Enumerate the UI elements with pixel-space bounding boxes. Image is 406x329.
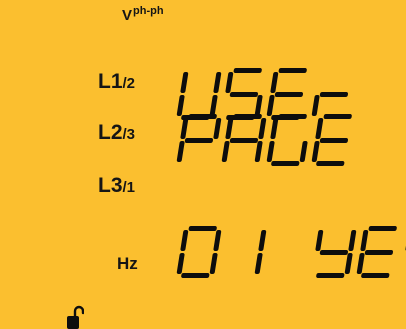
- segment-e: [311, 95, 320, 116]
- segment-row-1: [176, 68, 360, 120]
- phase-label-l1-sub: /2: [122, 75, 136, 92]
- segment-digit: [266, 68, 312, 120]
- segment-e: [266, 95, 275, 116]
- segment-g: [184, 138, 214, 143]
- segment-d: [270, 161, 300, 166]
- segment-e: [176, 141, 185, 162]
- segment-g: [319, 250, 349, 255]
- segment-b: [258, 230, 267, 251]
- segment-b: [213, 72, 222, 93]
- lcd-screen: Vph-ph L1/2 L2/3 L3/1 Hz: [0, 0, 406, 329]
- segment-b: [213, 230, 222, 251]
- segment-g: [229, 92, 259, 97]
- phase-label-l1: L1/2: [98, 71, 135, 92]
- phase-label-l3-main: L3: [98, 174, 123, 197]
- segment-f: [270, 118, 279, 139]
- segment-digit: [311, 68, 357, 120]
- segment-digit: [401, 226, 406, 278]
- segment-b: [348, 230, 357, 251]
- segment-f: [180, 230, 189, 251]
- segment-digit: [266, 114, 312, 166]
- segment-a: [323, 114, 353, 119]
- segment-digit: [311, 226, 357, 278]
- segment-a: [188, 114, 218, 119]
- segment-e: [221, 141, 230, 162]
- segment-a: [188, 226, 218, 231]
- segment-c: [209, 253, 218, 274]
- segment-c: [299, 141, 308, 162]
- voltage-mode-superscript: ph-ph: [133, 5, 164, 17]
- unlocked-padlock-icon: [67, 305, 84, 329]
- segment-g: [274, 92, 304, 97]
- segment-g: [229, 138, 259, 143]
- segment-digit: [311, 114, 357, 166]
- phase-label-l2-sub: /3: [122, 126, 136, 143]
- voltage-mode-indicator: Vph-ph: [122, 5, 164, 24]
- segment-a: [233, 114, 263, 119]
- segment-digit: [356, 226, 402, 278]
- segment-f: [315, 118, 324, 139]
- segment-f: [225, 72, 234, 93]
- segment-f: [360, 230, 369, 251]
- frequency-label: Hz: [117, 254, 138, 273]
- phase-label-l3: L3/1: [98, 175, 135, 196]
- segment-d: [315, 273, 345, 278]
- segment-c: [209, 95, 218, 116]
- voltage-mode-symbol: V: [122, 7, 133, 24]
- segment-f: [225, 118, 234, 139]
- phase-label-l1-main: L1: [98, 70, 123, 93]
- segment-a: [278, 68, 308, 73]
- segment-f: [180, 72, 189, 93]
- segment-f: [270, 72, 279, 93]
- segment-c: [254, 253, 263, 274]
- phase-label-l3-sub: /1: [122, 179, 136, 196]
- segment-digit: [221, 226, 267, 278]
- segment-digit: [266, 226, 312, 278]
- segment-digit: [221, 68, 267, 120]
- segment-c: [344, 253, 353, 274]
- phase-label-l2: L2/3: [98, 122, 135, 143]
- segment-a: [368, 226, 398, 231]
- segment-g: [319, 92, 349, 97]
- segment-f: [180, 118, 189, 139]
- segment-b: [258, 118, 267, 139]
- segment-a: [278, 114, 308, 119]
- segment-row-3: [176, 226, 406, 278]
- segment-g: [319, 138, 349, 143]
- phase-label-l2-main: L2: [98, 121, 123, 144]
- segment-digit: [221, 114, 267, 166]
- segment-e: [176, 95, 185, 116]
- segment-f: [315, 230, 324, 251]
- segment-e: [266, 141, 275, 162]
- segment-digit: [176, 226, 222, 278]
- segment-b: [213, 118, 222, 139]
- segment-c: [254, 141, 263, 162]
- segment-d: [315, 161, 345, 166]
- segment-d: [180, 273, 210, 278]
- segment-digit: [176, 114, 222, 166]
- segment-e: [311, 141, 320, 162]
- segment-e: [356, 253, 365, 274]
- segment-digit: [176, 68, 222, 120]
- segment-d: [360, 273, 390, 278]
- segment-g: [364, 250, 394, 255]
- segment-e: [176, 253, 185, 274]
- segment-row-2: [176, 114, 360, 166]
- segment-a: [233, 68, 263, 73]
- segment-c: [254, 95, 263, 116]
